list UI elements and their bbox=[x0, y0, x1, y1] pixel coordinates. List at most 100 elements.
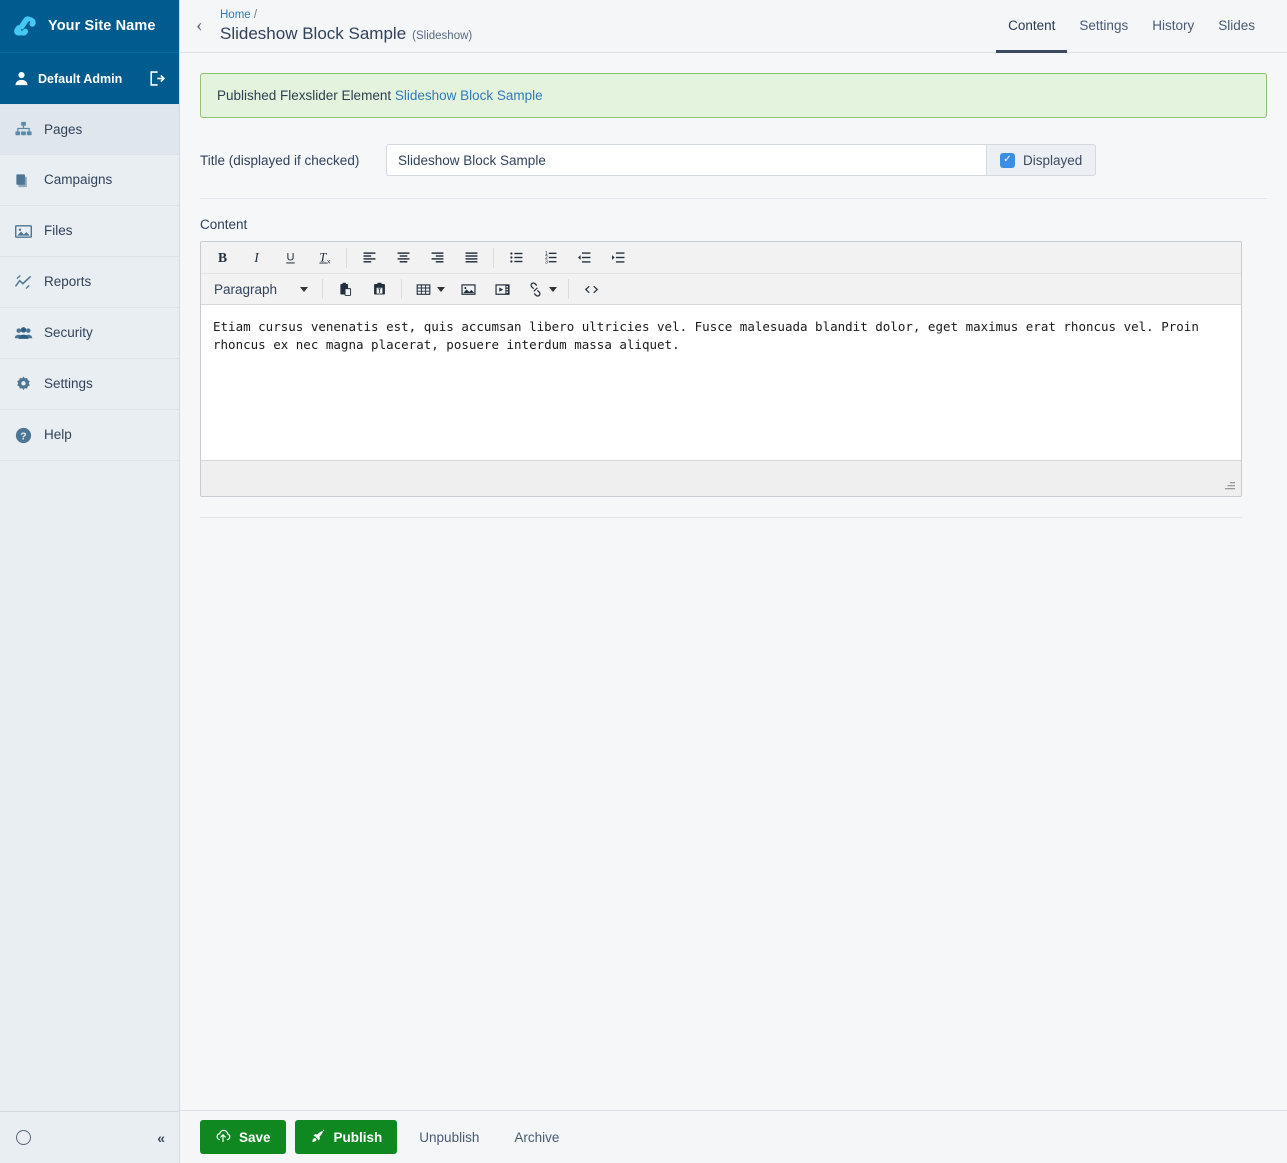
sidebar-item-label: Settings bbox=[44, 376, 93, 392]
align-right-icon[interactable] bbox=[420, 244, 454, 271]
displayed-checkbox[interactable]: ✓ bbox=[1000, 152, 1015, 168]
svg-text:U: U bbox=[286, 252, 294, 264]
logout-icon[interactable] bbox=[148, 70, 166, 87]
table-icon[interactable] bbox=[407, 276, 451, 303]
outdent-icon[interactable] bbox=[567, 244, 601, 271]
save-button-label: Save bbox=[239, 1129, 271, 1145]
editor-toolbar-row-1: B I U T x 1 2 3 bbox=[201, 242, 1241, 273]
archive-button[interactable]: Archive bbox=[501, 1120, 572, 1154]
italic-icon[interactable]: I bbox=[239, 244, 273, 271]
editor-toolbar: B I U T x 1 2 3 Paragraph T bbox=[201, 242, 1241, 305]
content-bottom-divider bbox=[200, 517, 1242, 518]
page-type-label: (Slideshow) bbox=[412, 30, 473, 43]
align-left-icon[interactable] bbox=[352, 244, 386, 271]
tab-slides[interactable]: Slides bbox=[1206, 0, 1267, 53]
editor-toolbar-row-2: Paragraph T bbox=[201, 273, 1241, 304]
user-avatar-icon bbox=[14, 71, 29, 86]
sidebar-item-settings[interactable]: Settings bbox=[0, 359, 179, 410]
save-button[interactable]: Save bbox=[200, 1120, 286, 1154]
sidebar-item-label: Campaigns bbox=[44, 172, 113, 188]
sidebar-item-label: Help bbox=[44, 427, 72, 443]
status-message-text: Published Flexslider Element bbox=[217, 88, 395, 103]
paste-icon[interactable] bbox=[328, 276, 362, 303]
content-field-label: Content bbox=[200, 217, 248, 232]
chevron-left-icon[interactable]: ‹ bbox=[196, 15, 212, 35]
sidebar-item-label: Pages bbox=[44, 121, 83, 137]
sidebar-collapse-button[interactable]: « bbox=[157, 1131, 165, 1145]
topbar: ‹ Home / Slideshow Block Sample (Slidesh… bbox=[180, 0, 1287, 53]
toolbar-separator bbox=[346, 247, 347, 268]
tab-history[interactable]: History bbox=[1140, 0, 1206, 53]
circle-icon bbox=[16, 1130, 31, 1145]
sidebar-item-label: Files bbox=[44, 223, 73, 239]
sidebar-nav: Pages Campaigns Files Reports Security S… bbox=[0, 104, 179, 1111]
underline-icon[interactable]: U bbox=[273, 244, 307, 271]
gear-icon bbox=[13, 374, 33, 394]
sidebar-footer: « bbox=[0, 1111, 179, 1163]
chevron-down-icon bbox=[300, 286, 308, 292]
breadcrumb-home-link[interactable]: Home bbox=[220, 9, 251, 21]
displayed-checkbox-label: Displayed bbox=[1023, 152, 1083, 168]
align-justify-icon[interactable] bbox=[454, 244, 488, 271]
indent-icon[interactable] bbox=[601, 244, 635, 271]
paste-as-text-icon[interactable]: T bbox=[362, 276, 396, 303]
source-code-icon[interactable] bbox=[574, 276, 608, 303]
campaigns-icon bbox=[13, 170, 33, 190]
align-center-icon[interactable] bbox=[386, 244, 420, 271]
bullet-list-icon[interactable] bbox=[499, 244, 533, 271]
question-circle-icon: ? bbox=[13, 425, 33, 445]
silverstripe-logo-icon bbox=[12, 14, 38, 38]
tab-bar: Content Settings History Slides bbox=[996, 0, 1267, 53]
status-message: Published Flexslider Element Slideshow B… bbox=[200, 73, 1267, 118]
title-input-group: ✓ Displayed bbox=[386, 144, 1097, 176]
publish-button-label: Publish bbox=[333, 1129, 383, 1145]
toolbar-separator bbox=[322, 279, 323, 299]
editor-content-body[interactable]: Etiam cursus venenatis est, quis accumsa… bbox=[201, 305, 1241, 460]
svg-text:B: B bbox=[217, 250, 226, 265]
page-title: Slideshow Block Sample bbox=[220, 24, 407, 44]
svg-text:T: T bbox=[319, 250, 327, 264]
insert-image-icon[interactable] bbox=[451, 276, 485, 303]
displayed-checkbox-group[interactable]: ✓ Displayed bbox=[986, 144, 1097, 176]
unpublish-button[interactable]: Unpublish bbox=[406, 1120, 492, 1154]
sidebar-item-pages[interactable]: Pages bbox=[0, 104, 179, 155]
tab-settings[interactable]: Settings bbox=[1067, 0, 1140, 53]
breadcrumb: Home / Slideshow Block Sample (Slideshow… bbox=[220, 8, 996, 45]
sidebar-item-campaigns[interactable]: Campaigns bbox=[0, 155, 179, 206]
sidebar-item-reports[interactable]: Reports bbox=[0, 257, 179, 308]
sidebar-item-label: Security bbox=[44, 325, 93, 341]
breadcrumb-parent: Home / bbox=[220, 8, 996, 24]
cloud-upload-icon bbox=[215, 1128, 231, 1147]
brand-header[interactable]: Your Site Name bbox=[0, 0, 179, 52]
breadcrumb-separator: / bbox=[253, 8, 258, 21]
toolbar-separator bbox=[493, 247, 494, 268]
insert-link-icon[interactable] bbox=[519, 276, 563, 303]
page-title-row: Slideshow Block Sample (Slideshow) bbox=[220, 23, 996, 44]
insert-media-icon[interactable] bbox=[485, 276, 519, 303]
sidebar-item-files[interactable]: Files bbox=[0, 206, 179, 257]
chevron-down-icon bbox=[437, 286, 445, 292]
title-input[interactable] bbox=[386, 144, 986, 176]
form-divider bbox=[200, 198, 1267, 199]
resize-grip-icon[interactable] bbox=[1223, 479, 1237, 493]
remove-format-icon[interactable]: T x bbox=[307, 244, 341, 271]
format-select[interactable]: Paragraph bbox=[205, 277, 317, 302]
title-field-label: Title (displayed if checked) bbox=[200, 153, 360, 168]
action-bar: Save Publish Unpublish Archive bbox=[180, 1110, 1287, 1163]
tab-content[interactable]: Content bbox=[996, 0, 1068, 53]
sidebar-item-label: Reports bbox=[44, 274, 92, 290]
content-area: Published Flexslider Element Slideshow B… bbox=[180, 53, 1287, 1110]
status-message-link[interactable]: Slideshow Block Sample bbox=[395, 88, 543, 103]
svg-text:3: 3 bbox=[545, 259, 548, 265]
main-panel: ‹ Home / Slideshow Block Sample (Slidesh… bbox=[180, 0, 1287, 1163]
svg-text:T: T bbox=[377, 288, 381, 294]
publish-button[interactable]: Publish bbox=[294, 1120, 398, 1154]
sidebar-item-security[interactable]: Security bbox=[0, 308, 179, 359]
numbered-list-icon[interactable]: 1 2 3 bbox=[533, 244, 567, 271]
bold-icon[interactable]: B bbox=[205, 244, 239, 271]
editor-status-bar bbox=[201, 460, 1241, 496]
users-icon bbox=[13, 323, 33, 343]
sidebar-item-help[interactable]: ? Help bbox=[0, 410, 179, 461]
chevron-down-icon bbox=[549, 286, 557, 292]
profile-row[interactable]: Default Admin bbox=[0, 52, 179, 104]
